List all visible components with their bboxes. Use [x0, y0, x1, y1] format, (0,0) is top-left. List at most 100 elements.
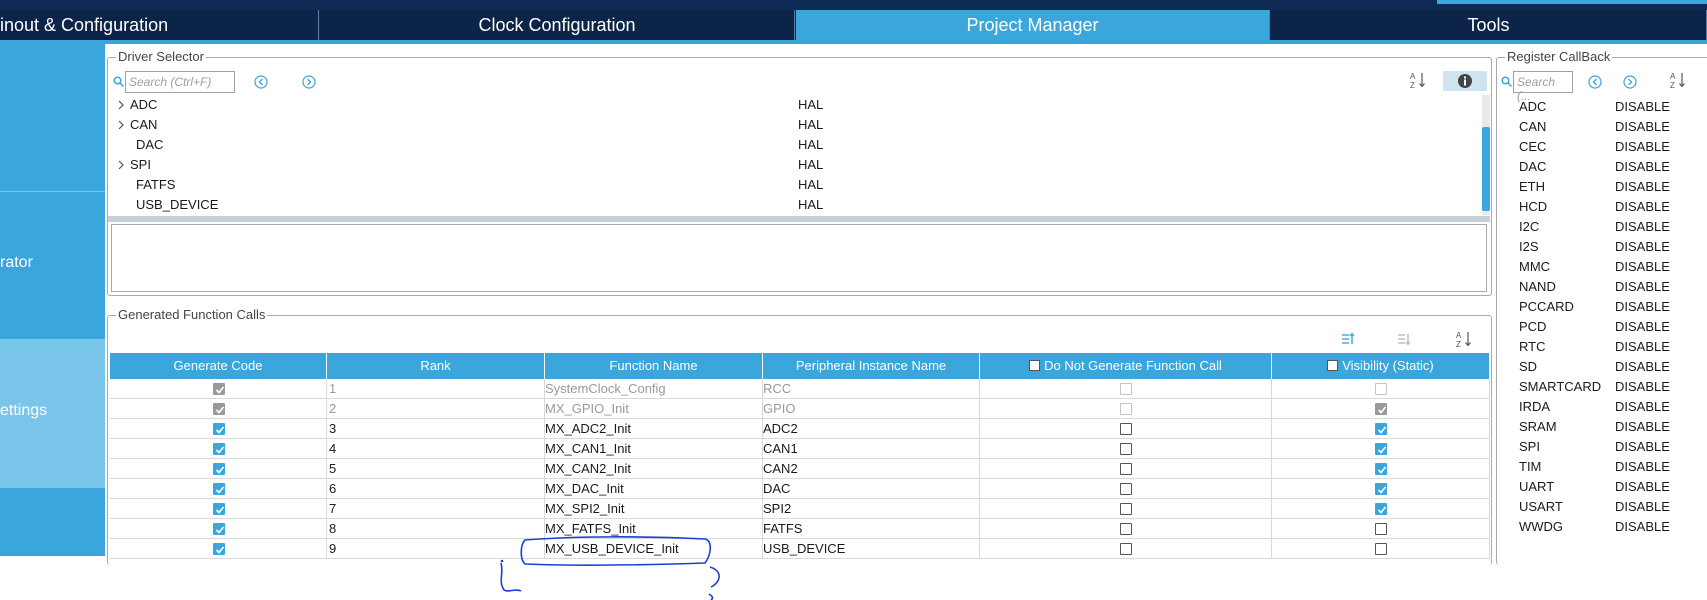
do-not-generate-checkbox[interactable]: [1120, 543, 1132, 555]
table-row[interactable]: 7 MX_SPI2_Init SPI2: [110, 499, 1492, 519]
driver-value[interactable]: HAL: [798, 195, 823, 215]
list-item[interactable]: I2S DISABLE: [1497, 237, 1707, 257]
callback-value[interactable]: DISABLE: [1615, 217, 1670, 237]
table-row[interactable]: 6 MX_DAC_Init DAC: [110, 479, 1492, 499]
list-item[interactable]: WWDG DISABLE: [1497, 517, 1707, 537]
driver-row[interactable]: FATFS HAL: [108, 175, 1488, 195]
chevron-right-icon[interactable]: [116, 160, 126, 170]
list-item[interactable]: DAC DISABLE: [1497, 157, 1707, 177]
driver-value[interactable]: HAL: [798, 135, 823, 155]
callback-value[interactable]: DISABLE: [1615, 497, 1670, 517]
callback-value[interactable]: DISABLE: [1615, 457, 1670, 477]
driver-value[interactable]: HAL: [798, 155, 823, 175]
list-item[interactable]: IRDA DISABLE: [1497, 397, 1707, 417]
list-item[interactable]: UART DISABLE: [1497, 477, 1707, 497]
table-row[interactable]: 8 MX_FATFS_Init FATFS: [110, 519, 1492, 539]
callback-value[interactable]: DISABLE: [1615, 277, 1670, 297]
callback-value[interactable]: DISABLE: [1615, 237, 1670, 257]
previous-icon[interactable]: [253, 74, 269, 90]
driver-value[interactable]: HAL: [798, 175, 823, 195]
generate-code-checkbox[interactable]: [212, 543, 225, 555]
generate-code-checkbox[interactable]: [212, 483, 225, 495]
table-row[interactable]: 9 MX_USB_DEVICE_Init USB_DEVICE: [110, 539, 1492, 559]
visibility-checkbox[interactable]: [1375, 443, 1387, 455]
callback-value[interactable]: DISABLE: [1615, 437, 1670, 457]
table-row[interactable]: 5 MX_CAN2_Init CAN2: [110, 459, 1492, 479]
callback-value[interactable]: DISABLE: [1615, 117, 1670, 137]
visibility-checkbox[interactable]: [1375, 523, 1387, 535]
sort-az-icon[interactable]: A Z: [1456, 330, 1472, 348]
col-peripheral-instance-name[interactable]: Peripheral Instance Name: [763, 353, 980, 379]
driver-search-input[interactable]: Search (Ctrl+F): [125, 71, 235, 93]
tab-tools[interactable]: Tools: [1271, 10, 1707, 40]
chevron-right-icon[interactable]: [116, 100, 126, 110]
list-item[interactable]: ETH DISABLE: [1497, 177, 1707, 197]
chevron-right-icon[interactable]: [116, 120, 126, 130]
callback-value[interactable]: DISABLE: [1615, 97, 1670, 117]
visibility-checkbox[interactable]: [1375, 423, 1387, 435]
callback-value[interactable]: DISABLE: [1615, 317, 1670, 337]
driver-row[interactable]: SPI HAL: [108, 155, 1488, 175]
sort-az-icon[interactable]: A Z: [1670, 71, 1686, 89]
col-visibility-static[interactable]: Visibility (Static): [1272, 353, 1490, 379]
list-item[interactable]: RTC DISABLE: [1497, 337, 1707, 357]
callback-value[interactable]: DISABLE: [1615, 157, 1670, 177]
tab-clock-configuration[interactable]: Clock Configuration: [320, 10, 795, 40]
callback-value[interactable]: DISABLE: [1615, 377, 1670, 397]
list-item[interactable]: SPI DISABLE: [1497, 437, 1707, 457]
col-do-not-generate[interactable]: Do Not Generate Function Call: [980, 353, 1272, 379]
do-not-generate-checkbox[interactable]: [1120, 423, 1132, 435]
scrollbar-thumb[interactable]: [1482, 127, 1490, 211]
generate-code-checkbox[interactable]: [212, 443, 225, 455]
list-item[interactable]: SD DISABLE: [1497, 357, 1707, 377]
callback-value[interactable]: DISABLE: [1615, 197, 1670, 217]
do-not-generate-checkbox[interactable]: [1120, 523, 1132, 535]
driver-row[interactable]: ADC HAL: [108, 95, 1488, 115]
callback-value[interactable]: DISABLE: [1615, 297, 1670, 317]
visibility-checkbox[interactable]: [1375, 503, 1387, 515]
callback-value[interactable]: DISABLE: [1615, 177, 1670, 197]
col-function-name[interactable]: Function Name: [545, 353, 763, 379]
list-item[interactable]: CAN DISABLE: [1497, 117, 1707, 137]
list-item[interactable]: PCD DISABLE: [1497, 317, 1707, 337]
col-generate-code[interactable]: Generate Code: [110, 353, 327, 379]
visibility-checkbox[interactable]: [1375, 543, 1387, 555]
select-all-visibility-checkbox[interactable]: [1327, 360, 1339, 371]
table-row[interactable]: 4 MX_CAN1_Init CAN1: [110, 439, 1492, 459]
move-down-icon[interactable]: [1397, 332, 1411, 346]
table-row[interactable]: 3 MX_ADC2_Init ADC2: [110, 419, 1492, 439]
list-item[interactable]: MMC DISABLE: [1497, 257, 1707, 277]
tab-pinout-configuration[interactable]: inout & Configuration: [0, 10, 319, 40]
visibility-checkbox[interactable]: [1375, 483, 1387, 495]
generate-code-checkbox[interactable]: [212, 523, 225, 535]
callback-value[interactable]: DISABLE: [1615, 517, 1670, 537]
list-item[interactable]: NAND DISABLE: [1497, 277, 1707, 297]
sidebar-item-project[interactable]: [0, 44, 105, 192]
callback-value[interactable]: DISABLE: [1615, 357, 1670, 377]
driver-row[interactable]: DAC HAL: [108, 135, 1488, 155]
splitter[interactable]: [108, 216, 1490, 222]
generate-code-checkbox[interactable]: [212, 423, 225, 435]
callback-value[interactable]: DISABLE: [1615, 257, 1670, 277]
table-row[interactable]: 1 SystemClock_Config RCC: [110, 379, 1492, 399]
do-not-generate-checkbox[interactable]: [1120, 503, 1132, 515]
list-item[interactable]: SRAM DISABLE: [1497, 417, 1707, 437]
callback-value[interactable]: DISABLE: [1615, 337, 1670, 357]
callback-value[interactable]: DISABLE: [1615, 137, 1670, 157]
table-row[interactable]: 2 MX_GPIO_Init GPIO: [110, 399, 1492, 419]
generate-code-checkbox[interactable]: [212, 503, 225, 515]
driver-row[interactable]: CAN HAL: [108, 115, 1488, 135]
driver-value[interactable]: HAL: [798, 95, 823, 115]
list-item[interactable]: HCD DISABLE: [1497, 197, 1707, 217]
driver-value[interactable]: HAL: [798, 115, 823, 135]
list-item[interactable]: USART DISABLE: [1497, 497, 1707, 517]
col-rank[interactable]: Rank: [327, 353, 545, 379]
list-item[interactable]: I2C DISABLE: [1497, 217, 1707, 237]
previous-icon[interactable]: [1587, 74, 1603, 90]
driver-list-scrollbar[interactable]: [1482, 95, 1490, 215]
do-not-generate-checkbox[interactable]: [1120, 483, 1132, 495]
next-icon[interactable]: [301, 74, 317, 90]
list-item[interactable]: PCCARD DISABLE: [1497, 297, 1707, 317]
move-up-icon[interactable]: [1341, 332, 1355, 346]
do-not-generate-checkbox[interactable]: [1120, 463, 1132, 475]
